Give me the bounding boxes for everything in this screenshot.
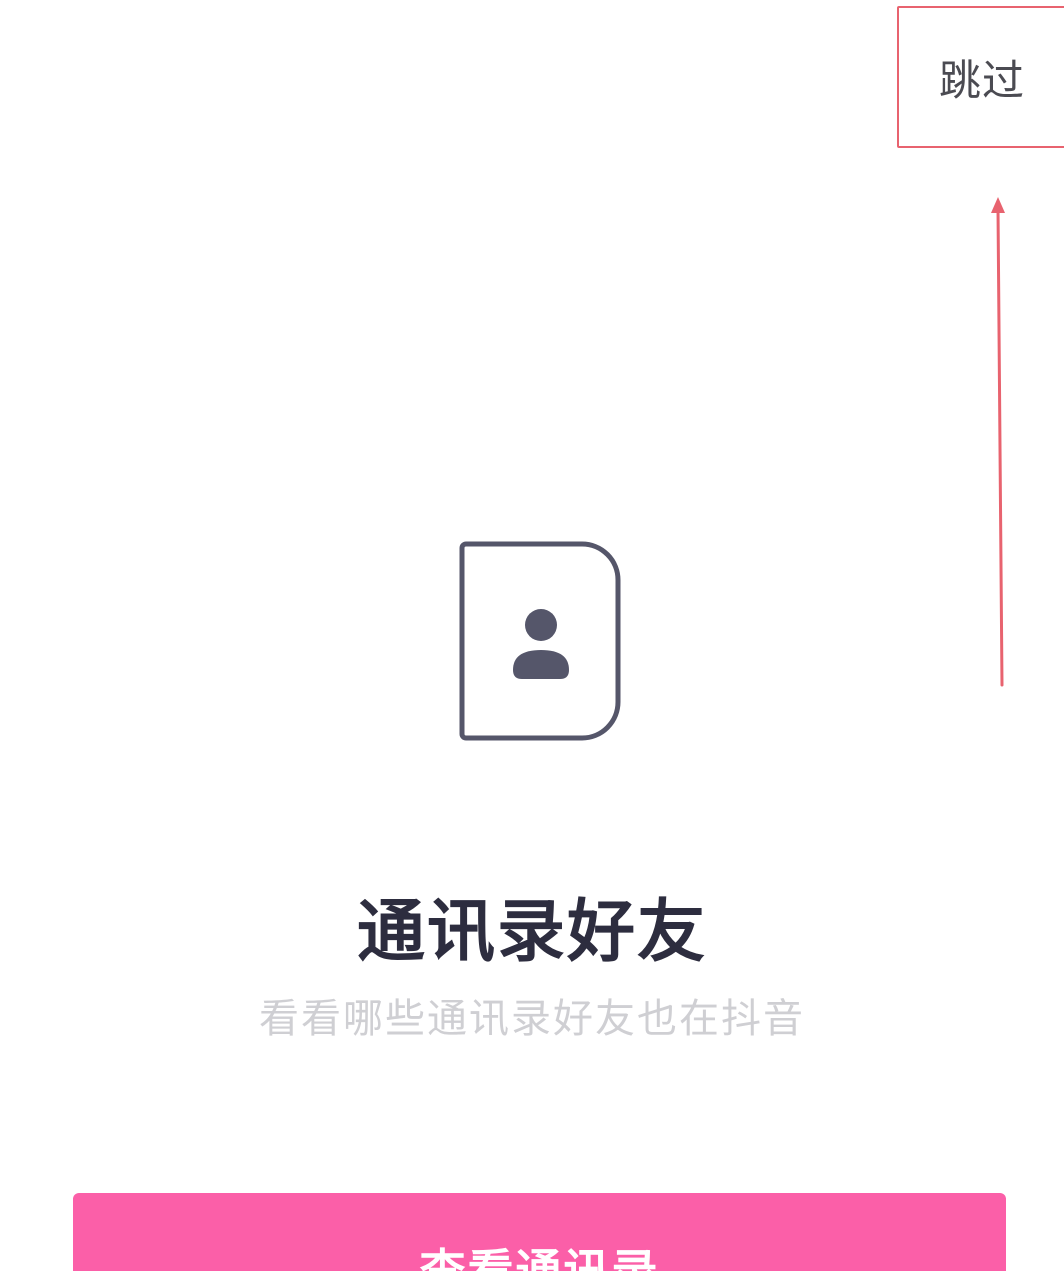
contacts-onboarding-screen: 跳过 通讯录好友 看看哪些通讯录好友也在抖音 查看通讯录 bbox=[0, 0, 1064, 1271]
page-subtitle: 看看哪些通讯录好友也在抖音 bbox=[259, 996, 805, 1042]
annotation-arrow-icon bbox=[991, 197, 1005, 687]
view-contacts-button-label: 查看通讯录 bbox=[419, 1244, 660, 1271]
page-title: 通讯录好友 bbox=[356, 893, 707, 972]
view-contacts-button[interactable]: 查看通讯录 bbox=[73, 1193, 1006, 1271]
contact-book-icon bbox=[459, 541, 621, 741]
skip-button[interactable]: 跳过 bbox=[899, 8, 1064, 146]
